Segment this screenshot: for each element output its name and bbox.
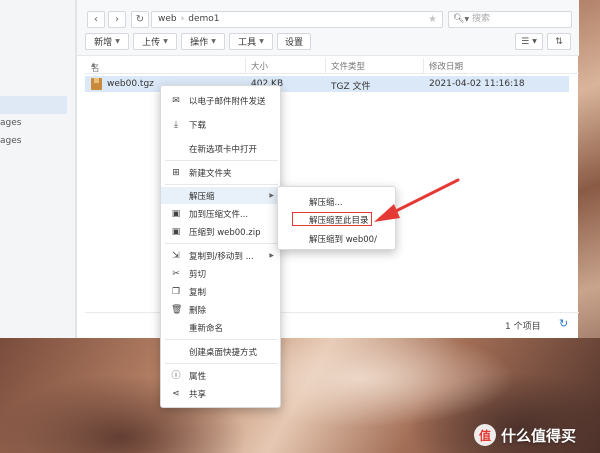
menu-item-open-new-tab[interactable]: 在新选项卡中打开	[161, 140, 282, 157]
menu-item-download[interactable]: ⤓ 下载	[161, 116, 282, 133]
menu-item-delete[interactable]: 🗑︎ 删除	[161, 301, 282, 318]
new-folder-icon: ⊞	[172, 167, 180, 178]
left-panel-selected-item[interactable]	[0, 96, 67, 114]
left-panel-item[interactable]: ages	[0, 136, 21, 146]
list-view-icon: ☰	[521, 36, 530, 47]
menu-item-email[interactable]: ✉ 以电子邮件附件发送	[161, 92, 282, 109]
column-size[interactable]: 大小	[251, 60, 268, 72]
menu-item-share[interactable]: ⋖ 共享	[161, 385, 282, 402]
chevron-left-icon: ‹	[94, 14, 98, 25]
menu-item-properties[interactable]: ⓘ 属性	[161, 367, 282, 384]
forward-button[interactable]: ›	[108, 11, 126, 28]
file-name: web00.tgz	[107, 79, 154, 89]
settings-button-label: 设置	[284, 38, 303, 48]
column-header: 名称 ▴ 大小 文件类型 修改日期	[85, 58, 579, 86]
file-station-window: ‹ › ↻ web › demo1 ★ 🔍︎▼ 搜索 新增 ▼ 上传 ▼ 操作 ▼ 工具 ▼…	[76, 0, 579, 338]
annotation-highlight-box	[292, 212, 372, 226]
toolbar: ‹ › ↻ web › demo1 ★ 🔍︎▼ 搜索 新增 ▼ 上传 ▼ 操作 ▼ 工具 ▼…	[77, 0, 579, 56]
file-modified: 2021-04-02 11:16:18	[429, 79, 525, 89]
menu-item-copy-move[interactable]: ⇲ 复制到/移动到 ... ▶	[161, 247, 282, 264]
zip-icon: ▣	[171, 226, 181, 237]
watermark-badge: 值	[474, 424, 496, 446]
column-type[interactable]: 文件类型	[331, 60, 365, 72]
upload-button-label: 上传	[142, 38, 161, 48]
copy-move-icon: ⇲	[172, 250, 180, 261]
refresh-icon: ↻	[135, 14, 145, 25]
refresh-button[interactable]: ↻	[131, 11, 149, 28]
submenu-arrow-icon: ▶	[269, 192, 274, 199]
search-icon: 🔍︎	[453, 14, 465, 24]
path-segment[interactable]: demo1	[188, 14, 219, 24]
tools-button-label: 工具	[238, 38, 257, 48]
view-mode-button[interactable]: ☰ ▼	[515, 33, 543, 50]
trash-icon: 🗑︎	[171, 304, 183, 315]
info-icon: ⓘ	[171, 370, 181, 381]
archive-file-icon	[91, 78, 102, 90]
file-type: TGZ 文件	[331, 82, 371, 92]
menu-item-desktop-shortcut[interactable]: 创建桌面快捷方式	[161, 343, 282, 360]
download-icon: ⤓	[174, 119, 178, 130]
path-bar[interactable]: web › demo1 ★	[151, 11, 443, 28]
tools-button[interactable]: 工具 ▼	[229, 33, 273, 50]
scissors-icon: ✂	[172, 268, 180, 279]
menu-item-cut[interactable]: ✂ 剪切	[161, 265, 282, 282]
sort-icon: ⇅	[555, 36, 563, 47]
menu-item-copy[interactable]: ❐ 复制	[161, 283, 282, 300]
settings-button[interactable]: 设置	[277, 33, 311, 50]
submenu-arrow-icon: ▶	[269, 252, 274, 259]
watermark-logo: 值 什么值得买	[474, 424, 576, 446]
annotation-arrow-shaft	[388, 178, 460, 216]
search-input[interactable]: 🔍︎▼ 搜索	[448, 11, 572, 28]
menu-item-rename[interactable]: 重新命名	[161, 319, 282, 336]
caret-down-icon: ▼	[163, 38, 168, 45]
new-button[interactable]: 新增 ▼	[85, 33, 129, 50]
share-icon: ⋖	[172, 388, 180, 399]
item-count: 1 个项目	[505, 322, 541, 332]
menu-item-extract[interactable]: 解压缩 ▶	[161, 187, 282, 204]
caret-down-icon: ▼	[259, 38, 264, 45]
column-modified[interactable]: 修改日期	[429, 60, 463, 72]
action-button-label: 操作	[190, 38, 209, 48]
menu-item-compress-zip[interactable]: ▣ 压缩到 web00.zip	[161, 223, 282, 240]
back-button[interactable]: ‹	[87, 11, 105, 28]
action-button[interactable]: 操作 ▼	[181, 33, 225, 50]
new-button-label: 新增	[94, 38, 113, 48]
annotation-arrow	[374, 178, 460, 222]
path-segment[interactable]: web	[158, 14, 177, 24]
mail-icon: ✉	[172, 95, 180, 106]
caret-down-icon: ▼	[115, 38, 120, 45]
column-name[interactable]: 名称 ▴	[91, 60, 100, 86]
left-panel-item[interactable]: ages	[0, 118, 21, 128]
sort-button[interactable]: ⇅	[547, 33, 571, 50]
path-separator: ›	[180, 14, 185, 24]
favorite-star-icon[interactable]: ★	[428, 12, 437, 27]
caret-down-icon: ▼	[532, 38, 537, 45]
menu-item-add-to-archive[interactable]: ▣ 加到压缩文件...	[161, 205, 282, 222]
left-panel: ages ages	[0, 0, 76, 338]
table-row[interactable]: web00.tgz 402 KB TGZ 文件 2021-04-02 11:16…	[85, 76, 569, 92]
search-placeholder: 搜索	[471, 14, 490, 24]
refresh-icon[interactable]: ↻	[559, 317, 568, 330]
upload-button[interactable]: 上传 ▼	[133, 33, 177, 50]
chevron-right-icon: ›	[115, 14, 119, 25]
caret-down-icon: ▼	[211, 38, 216, 45]
copy-icon: ❐	[171, 286, 181, 297]
annotation-arrow-head	[374, 204, 400, 222]
menu-item-new-folder[interactable]: ⊞ 新建文件夹	[161, 164, 282, 181]
watermark-text: 什么值得买	[501, 426, 577, 445]
submenu-item-extract-to-folder[interactable]: 解压缩到 web00/	[278, 230, 397, 247]
archive-icon: ▣	[171, 208, 181, 219]
chevron-down-icon: ▼	[464, 16, 470, 23]
context-menu: ✉ 以电子邮件附件发送 ⤓ 下载 在新选项卡中打开 ⊞ 新建文件夹 解压缩 ▶ ▣ 加到压…	[160, 85, 282, 408]
